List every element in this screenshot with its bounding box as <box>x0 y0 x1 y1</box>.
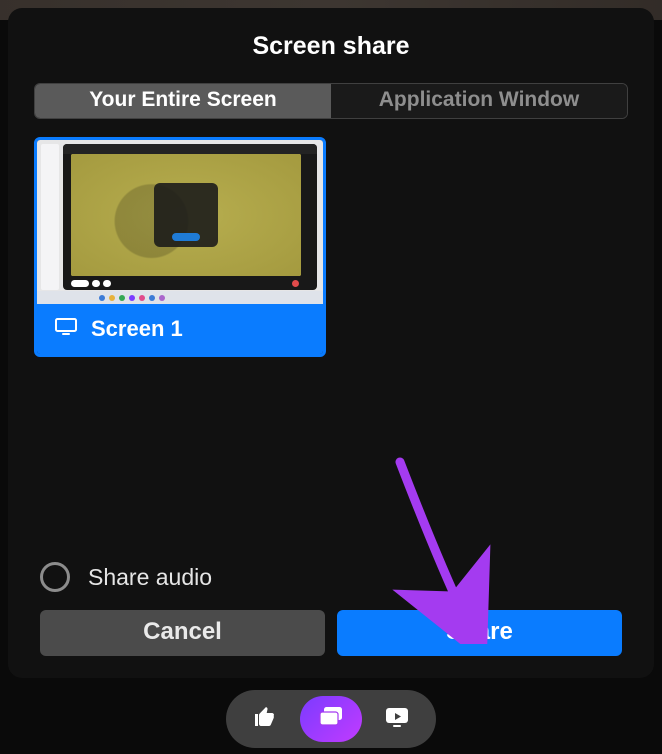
share-button[interactable]: Share <box>337 610 622 656</box>
share-audio-radio[interactable] <box>40 562 70 592</box>
screen-thumbnail <box>37 140 323 304</box>
tab-application-window[interactable]: Application Window <box>331 84 627 118</box>
screen-option-label: Screen 1 <box>91 316 183 342</box>
thumbs-up-icon <box>253 705 277 734</box>
call-toolbar <box>226 690 436 748</box>
screen-share-modal: Screen share Your Entire Screen Applicat… <box>8 8 654 678</box>
share-audio-label: Share audio <box>88 564 212 591</box>
screen-share-toolbar-button[interactable] <box>300 696 362 742</box>
cancel-button[interactable]: Cancel <box>40 610 325 656</box>
share-source-tabs: Your Entire Screen Application Window <box>34 83 628 119</box>
modal-button-row: Cancel Share <box>34 610 628 660</box>
share-audio-row: Share audio <box>34 558 628 610</box>
watch-icon <box>384 706 410 733</box>
reactions-button[interactable] <box>234 696 296 742</box>
watch-together-button[interactable] <box>366 696 428 742</box>
screen-option-1[interactable]: Screen 1 <box>34 137 326 357</box>
cast-icon <box>318 706 344 733</box>
tab-entire-screen[interactable]: Your Entire Screen <box>35 84 331 118</box>
screen-option-label-row: Screen 1 <box>37 304 323 354</box>
screen-options-grid: Screen 1 <box>34 119 628 558</box>
modal-title: Screen share <box>34 32 628 61</box>
monitor-icon <box>55 316 77 342</box>
